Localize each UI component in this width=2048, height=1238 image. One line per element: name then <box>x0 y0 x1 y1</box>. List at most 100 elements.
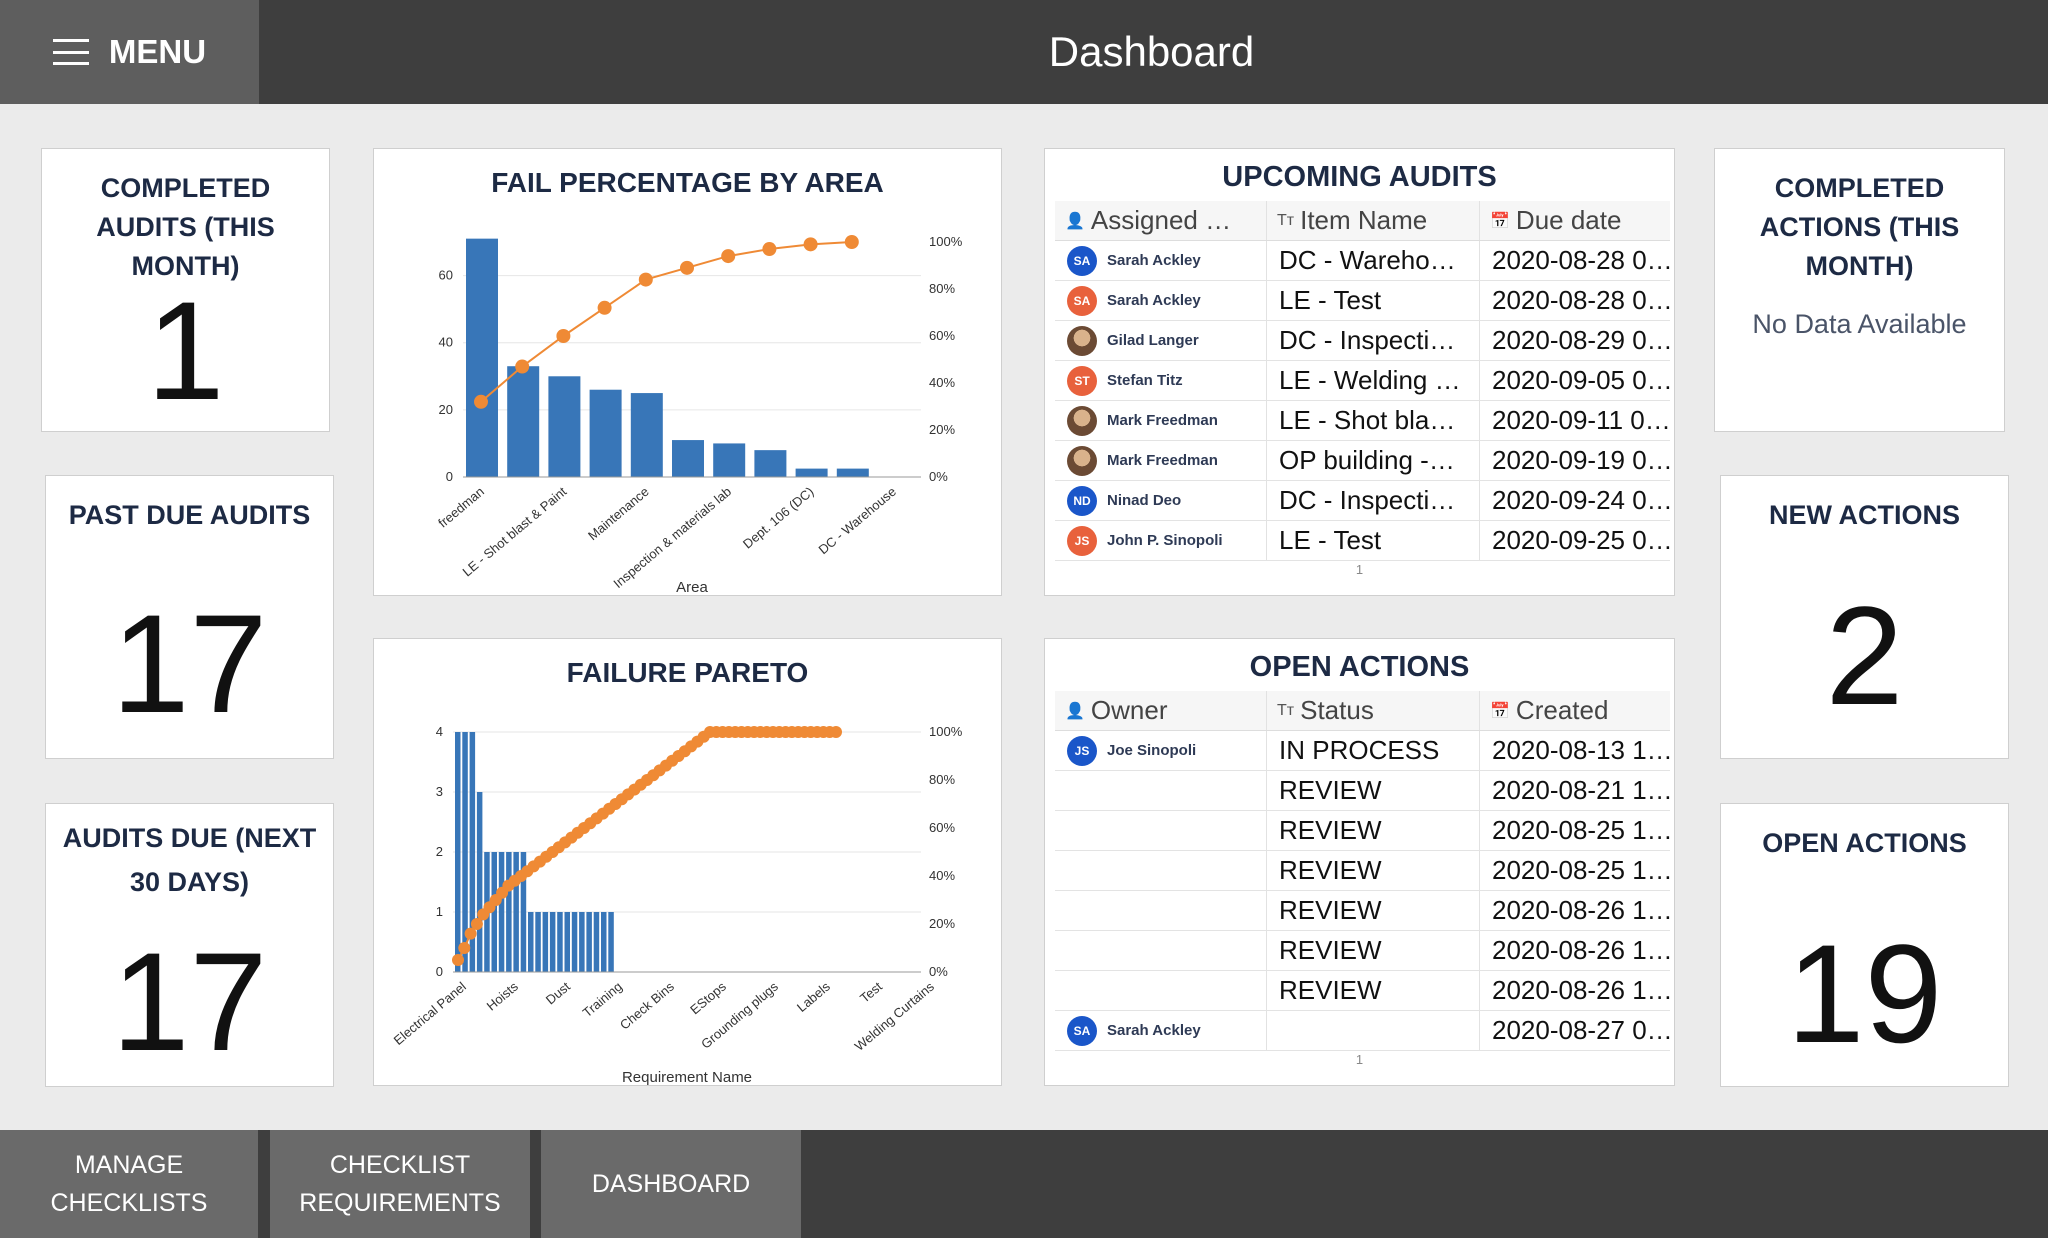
line-point <box>762 242 776 256</box>
date-cell: 2020-09-25 0… <box>1480 521 1670 560</box>
person-icon: 👤 <box>1065 701 1085 721</box>
person-cell: NDNinad Deo <box>1055 481 1267 520</box>
no-data-message: No Data Available <box>1715 309 2004 340</box>
bar <box>586 912 592 972</box>
status-cell: REVIEW <box>1267 771 1480 810</box>
date-cell: 2020-08-28 0… <box>1480 241 1670 280</box>
person-name: Sarah Ackley <box>1107 292 1201 309</box>
table-row[interactable]: SASarah AckleyDC - Wareho…2020-08-28 0… <box>1055 241 1670 281</box>
person-name: Sarah Ackley <box>1107 1022 1201 1039</box>
table-row[interactable]: REVIEW2020-08-26 1… <box>1055 971 1670 1011</box>
completed-actions-card: COMPLETED ACTIONS (THIS MONTH) No Data A… <box>1714 148 2005 432</box>
table-row[interactable]: REVIEW2020-08-21 1… <box>1055 771 1670 811</box>
bottom-nav: MANAGE CHECKLISTS CHECKLIST REQUIREMENTS… <box>0 1130 2048 1238</box>
new-actions-title: NEW ACTIONS <box>1721 496 2008 535</box>
x-tick-label: Check Bins <box>617 978 677 1032</box>
status-cell <box>1267 1011 1480 1050</box>
x-tick-label: Test <box>857 979 885 1006</box>
x-tick-label: freedman <box>435 484 487 531</box>
column-header-status[interactable]: TтStatus <box>1267 691 1480 730</box>
audits-due-title: AUDITS DUE (NEXT 30 DAYS) <box>46 816 333 904</box>
open-actions-title: OPEN ACTIONS <box>1721 824 2008 863</box>
table-row[interactable]: Mark FreedmanLE - Shot bla…2020-09-11 0… <box>1055 401 1670 441</box>
table-row[interactable]: NDNinad DeoDC - Inspecti…2020-09-24 0… <box>1055 481 1670 521</box>
y2-tick-label: 20% <box>929 916 955 931</box>
table-row[interactable]: REVIEW2020-08-25 1… <box>1055 811 1670 851</box>
x-tick-label: Training <box>580 979 625 1020</box>
text-type-icon: Tт <box>1277 702 1294 720</box>
y-tick-label: 0 <box>436 964 443 979</box>
open-actions-value: 19 <box>1721 924 2008 1064</box>
date-cell: 2020-08-29 0… <box>1480 321 1670 360</box>
line-point <box>845 235 859 249</box>
date-cell: 2020-08-26 1… <box>1480 891 1670 930</box>
x-tick-label: DC - Warehouse <box>815 484 898 557</box>
open-actions-table-card: OPEN ACTIONS 👤Owner TтStatus 📅Created JS… <box>1044 638 1675 1086</box>
column-header-assigned[interactable]: 👤Assigned … <box>1055 201 1267 240</box>
open-actions-table: 👤Owner TтStatus 📅Created JSJoe SinopoliI… <box>1055 691 1670 1053</box>
table-row[interactable]: SASarah Ackley2020-08-27 0… <box>1055 1011 1670 1051</box>
y-tick-label: 0 <box>446 469 453 484</box>
person-name: Gilad Langer <box>1107 332 1199 349</box>
line-point <box>680 261 694 275</box>
x-axis-label: Requirement Name <box>622 1069 752 1086</box>
table-header: 👤Owner TтStatus 📅Created <box>1055 691 1670 731</box>
status-cell: REVIEW <box>1267 971 1480 1010</box>
bar <box>590 390 622 477</box>
new-actions-card: NEW ACTIONS 2 <box>1720 475 2009 759</box>
avatar: SA <box>1067 246 1097 276</box>
status-cell: REVIEW <box>1267 811 1480 850</box>
menu-button[interactable]: MENU <box>0 0 259 104</box>
table-row[interactable]: STStefan TitzLE - Welding …2020-09-05 0… <box>1055 361 1670 401</box>
nav-checklist-requirements[interactable]: CHECKLIST REQUIREMENTS <box>270 1130 530 1238</box>
item-cell: DC - Inspecti… <box>1267 481 1480 520</box>
table-row[interactable]: Gilad LangerDC - Inspecti…2020-08-29 0… <box>1055 321 1670 361</box>
pagination[interactable]: 1 <box>1045 1052 1674 1067</box>
table-row[interactable]: Mark FreedmanOP building -…2020-09-19 0… <box>1055 441 1670 481</box>
table-row[interactable]: JSJoe SinopoliIN PROCESS2020-08-13 1… <box>1055 731 1670 771</box>
table-row[interactable]: REVIEW2020-08-26 1… <box>1055 931 1670 971</box>
person-cell <box>1055 891 1267 930</box>
column-header-owner[interactable]: 👤Owner <box>1055 691 1267 730</box>
hamburger-icon <box>53 39 89 65</box>
y2-tick-label: 20% <box>929 422 955 437</box>
bar <box>477 792 483 972</box>
column-header-created[interactable]: 📅Created <box>1480 691 1670 730</box>
line-point <box>474 395 488 409</box>
person-cell <box>1055 771 1267 810</box>
line-point <box>556 329 570 343</box>
pagination[interactable]: 1 <box>1045 562 1674 577</box>
column-header-item-name[interactable]: TтItem Name <box>1267 201 1480 240</box>
nav-manage-checklists[interactable]: MANAGE CHECKLISTS <box>0 1130 258 1238</box>
nav-dashboard[interactable]: DASHBOARD <box>541 1130 801 1238</box>
x-tick-label: Maintenance <box>585 484 652 543</box>
line-point <box>639 273 653 287</box>
column-header-due-date[interactable]: 📅Due date <box>1480 201 1670 240</box>
person-cell: Gilad Langer <box>1055 321 1267 360</box>
bar <box>796 469 828 477</box>
y2-tick-label: 100% <box>929 234 963 249</box>
date-cell: 2020-08-13 1… <box>1480 731 1670 770</box>
avatar: ND <box>1067 486 1097 516</box>
table-row[interactable]: REVIEW2020-08-26 1… <box>1055 891 1670 931</box>
table-header: 👤Assigned … TтItem Name 📅Due date <box>1055 201 1670 241</box>
table-row[interactable]: SASarah AckleyLE - Test2020-08-28 0… <box>1055 281 1670 321</box>
bar <box>594 912 600 972</box>
bar <box>507 366 539 477</box>
upcoming-audits-card: UPCOMING AUDITS 👤Assigned … TтItem Name … <box>1044 148 1675 596</box>
person-cell: STStefan Titz <box>1055 361 1267 400</box>
bar <box>608 912 614 972</box>
x-tick-label: Hoists <box>484 978 522 1013</box>
table-row[interactable]: REVIEW2020-08-25 1… <box>1055 851 1670 891</box>
person-name: John P. Sinopoli <box>1107 532 1223 549</box>
person-name: Stefan Titz <box>1107 372 1183 389</box>
x-tick-label: Electrical Panel <box>391 979 469 1048</box>
past-due-audits-title: PAST DUE AUDITS <box>46 496 333 535</box>
item-cell: LE - Welding … <box>1267 361 1480 400</box>
x-tick-label: EStops <box>687 978 729 1017</box>
table-row[interactable]: JSJohn P. SinopoliLE - Test2020-09-25 0… <box>1055 521 1670 561</box>
past-due-audits-value: 17 <box>46 594 333 734</box>
date-cell: 2020-09-11 0… <box>1480 401 1670 440</box>
person-cell: Mark Freedman <box>1055 441 1267 480</box>
x-axis-label: Area <box>676 579 708 596</box>
